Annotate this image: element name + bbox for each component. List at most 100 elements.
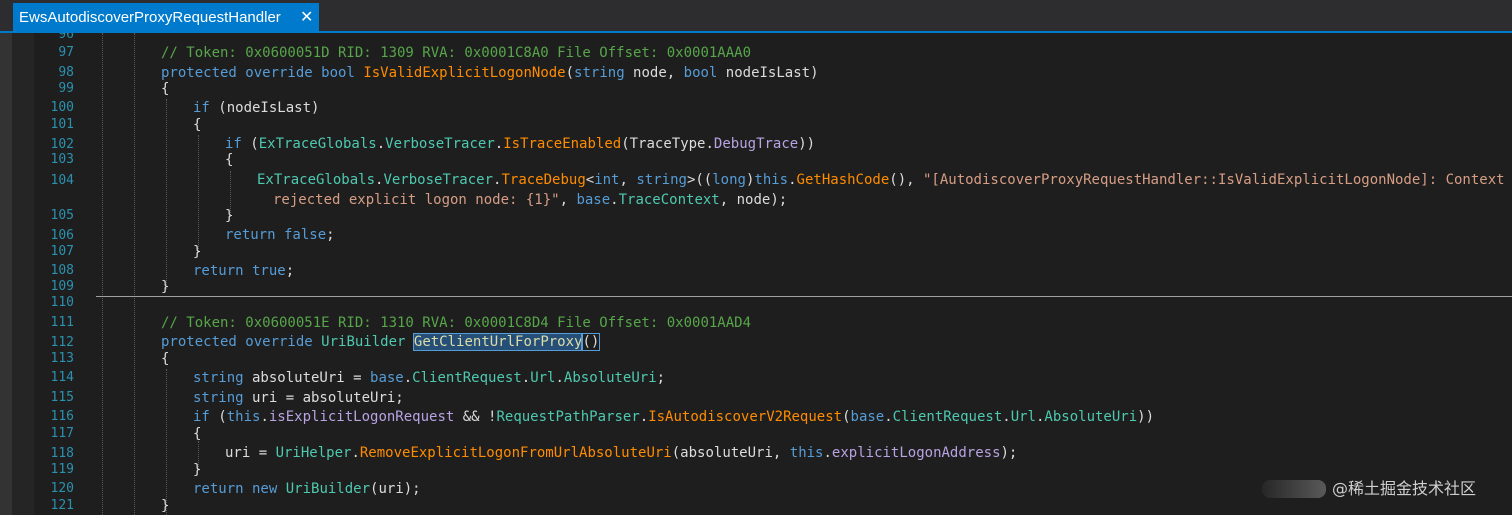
code-token: && !	[454, 409, 497, 425]
keyword: base	[370, 370, 404, 386]
line-number: 117	[50, 426, 74, 441]
code-token: ;	[656, 370, 666, 386]
code-line: {	[193, 425, 201, 443]
watermark-blur	[1262, 480, 1326, 498]
code-token: (	[565, 65, 575, 81]
brace: }	[161, 279, 170, 295]
code-token: .	[260, 409, 269, 425]
brace: {	[161, 81, 170, 97]
field-name: AbsoluteUri	[563, 370, 657, 386]
line-number: 105	[50, 208, 74, 223]
close-icon[interactable]: ✕	[300, 7, 313, 27]
line-number: 116	[50, 409, 74, 424]
code-token: );	[1000, 445, 1018, 461]
type-name: UriBuilder	[285, 481, 371, 497]
indent-guide	[166, 369, 167, 515]
line-number: 102	[50, 137, 74, 152]
code-token: .	[1002, 409, 1011, 425]
keyword: protected override bool	[161, 65, 355, 81]
line-number: 99	[58, 81, 74, 96]
line-number: 119	[50, 462, 74, 477]
code-token: (	[842, 409, 851, 425]
code-token: .	[521, 370, 531, 386]
keyword: this	[226, 409, 261, 425]
code-token: .	[884, 409, 893, 425]
line-number: 97	[58, 45, 74, 60]
keyword: if	[193, 100, 210, 116]
brace: }	[193, 462, 202, 478]
keyword: bool	[683, 65, 718, 81]
code-token: ;	[326, 227, 335, 243]
line-number: 118	[50, 446, 74, 461]
outline-margin	[12, 33, 34, 515]
keyword: return false	[225, 227, 327, 243]
brace: {	[161, 351, 170, 367]
selected-method-name[interactable]: GetClientUrlForProxy	[412, 333, 584, 351]
line-number: 104	[50, 173, 74, 188]
watermark-text: @稀土掘金技术社区	[1332, 479, 1477, 498]
method-separator	[96, 296, 1512, 297]
code-token: .	[555, 370, 564, 386]
line-number: 114	[50, 370, 74, 385]
brace: }	[193, 244, 202, 260]
code-line: protected override bool IsValidExplicitL…	[161, 64, 819, 82]
code-token: absoluteUri =	[243, 370, 371, 386]
brace: }	[225, 208, 234, 224]
code-line: }	[161, 278, 169, 296]
keyword: string	[193, 370, 244, 386]
brace: {	[193, 117, 202, 133]
indent-guide	[102, 33, 103, 515]
code-line: string absoluteUri = base.ClientRequest.…	[193, 369, 665, 387]
code-editor[interactable]: 96 97 98 99 100 101 102 103 104 105 106 …	[0, 33, 1512, 515]
code-line: uri = UriHelper.RemoveExplicitLogonFromU…	[225, 444, 1017, 462]
code-line: rejected explicit logon node: {1}", base…	[273, 191, 787, 209]
code-token: uri = absoluteUri;	[243, 390, 404, 406]
line-number: 121	[50, 498, 74, 513]
code-line: }	[161, 497, 169, 515]
keyword: return true	[193, 263, 286, 279]
method-name: GetHashCode	[796, 172, 890, 188]
brace: {	[225, 152, 234, 168]
string-literal: rejected explicit logon node: {1}"	[273, 192, 560, 208]
field-name: AbsoluteUri	[1044, 409, 1138, 425]
keyword: base	[576, 192, 611, 208]
code-token: (TraceType.	[621, 136, 714, 152]
document-tab[interactable]: EwsAutodiscoverProxyRequestHandler ✕	[13, 3, 319, 31]
code-line: protected override UriBuilder GetClientU…	[161, 333, 601, 351]
indent-guide	[166, 99, 167, 289]
comment: // Token: 0x0600051E RID: 1310 RVA: 0x00…	[161, 315, 752, 331]
code-token: .	[403, 370, 413, 386]
code-line: if (ExTraceGlobals.VerboseTracer.IsTrace…	[225, 135, 815, 153]
line-number: 109	[50, 279, 74, 294]
code-token: (	[209, 409, 227, 425]
method-name: IsTraceEnabled	[503, 136, 622, 152]
document-tab-bar: EwsAutodiscoverProxyRequestHandler ✕	[0, 0, 1512, 31]
code-token: (absoluteUri,	[671, 445, 790, 461]
code-line: return true;	[193, 262, 294, 280]
code-token: ;	[285, 263, 295, 279]
code-line: {	[225, 151, 233, 169]
keyword: this	[754, 172, 789, 188]
field-name: VerboseTracer	[383, 172, 494, 188]
line-number: 106	[50, 228, 74, 243]
code-token: , node);	[719, 192, 788, 208]
code-token: .	[494, 136, 504, 152]
field-name: Url	[1010, 409, 1036, 425]
method-name: RemoveExplicitLogonFromUrlAbsoluteUri	[359, 445, 672, 461]
line-number: 113	[50, 351, 74, 366]
method-name: IsValidExplicitLogonNode	[363, 65, 566, 81]
keyword: protected override	[161, 334, 313, 350]
code-line: ExTraceGlobals.VerboseTracer.TraceDebug<…	[257, 171, 1512, 189]
line-number: 120	[50, 481, 74, 496]
code-token: .	[788, 172, 797, 188]
keyword: long	[712, 172, 746, 188]
type-name: UriHelper	[275, 445, 352, 461]
code-token: .	[823, 445, 832, 461]
code-token: ))	[798, 136, 816, 152]
field-name: ClientRequest	[892, 409, 1003, 425]
keyword: if	[193, 409, 210, 425]
code-line: return false;	[225, 226, 335, 244]
code-line: // Token: 0x0600051D RID: 1309 RVA: 0x00…	[161, 44, 751, 62]
code-line: return new UriBuilder(uri);	[193, 480, 421, 498]
keyword: this	[789, 445, 824, 461]
